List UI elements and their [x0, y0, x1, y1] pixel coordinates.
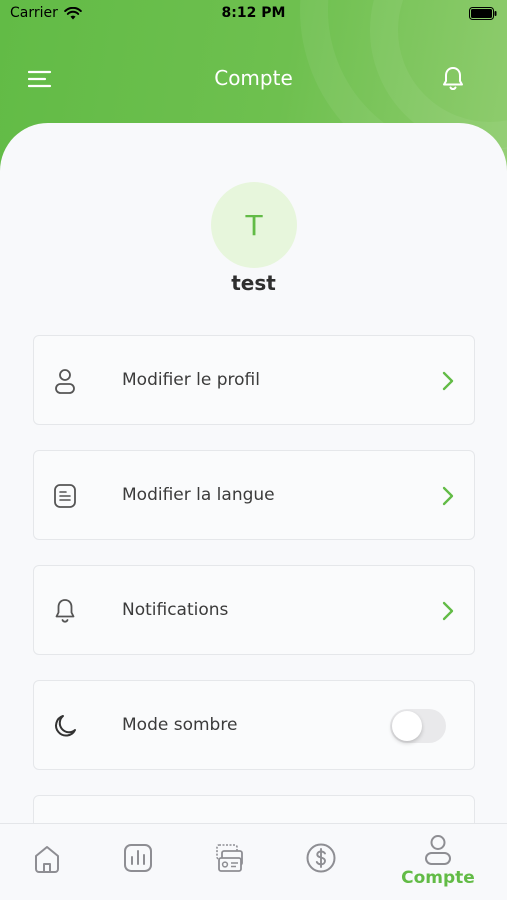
- cards-icon[interactable]: [214, 842, 246, 874]
- bell-icon[interactable]: [441, 66, 465, 92]
- chevron-right-icon: [442, 371, 454, 391]
- edit-language-label: Modifier la langue: [122, 485, 275, 505]
- home-icon[interactable]: [31, 843, 63, 875]
- toggle-knob: [392, 711, 422, 741]
- page-title: Compte: [214, 66, 293, 90]
- chevron-right-icon: [442, 601, 454, 621]
- tab-account-label[interactable]: Compte: [388, 868, 488, 888]
- avatar[interactable]: T: [211, 182, 297, 268]
- chevron-right-icon: [442, 486, 454, 506]
- edit-language-item[interactable]: Modifier la langue: [33, 450, 475, 540]
- dark-mode-label: Mode sombre: [122, 715, 238, 735]
- edit-profile-item[interactable]: Modifier le profil: [33, 335, 475, 425]
- bell-icon: [55, 599, 75, 623]
- avatar-initial: T: [245, 208, 263, 242]
- chart-icon[interactable]: [122, 842, 154, 874]
- clock: 8:12 PM: [221, 5, 286, 21]
- notifications-item[interactable]: Notifications: [33, 565, 475, 655]
- document-icon: [54, 484, 76, 508]
- dark-mode-toggle[interactable]: [390, 709, 446, 743]
- username: test: [231, 271, 276, 295]
- notifications-label: Notifications: [122, 600, 229, 620]
- account-icon[interactable]: [422, 834, 454, 866]
- tab-bar: Compte: [0, 823, 507, 900]
- dollar-icon[interactable]: [305, 842, 337, 874]
- edit-profile-label: Modifier le profil: [122, 370, 260, 390]
- dark-mode-item: Mode sombre: [33, 680, 475, 770]
- status-bar: Carrier 8:12 PM: [0, 0, 507, 30]
- moon-icon: [55, 715, 76, 737]
- user-icon: [55, 369, 75, 394]
- battery-icon: [469, 7, 497, 20]
